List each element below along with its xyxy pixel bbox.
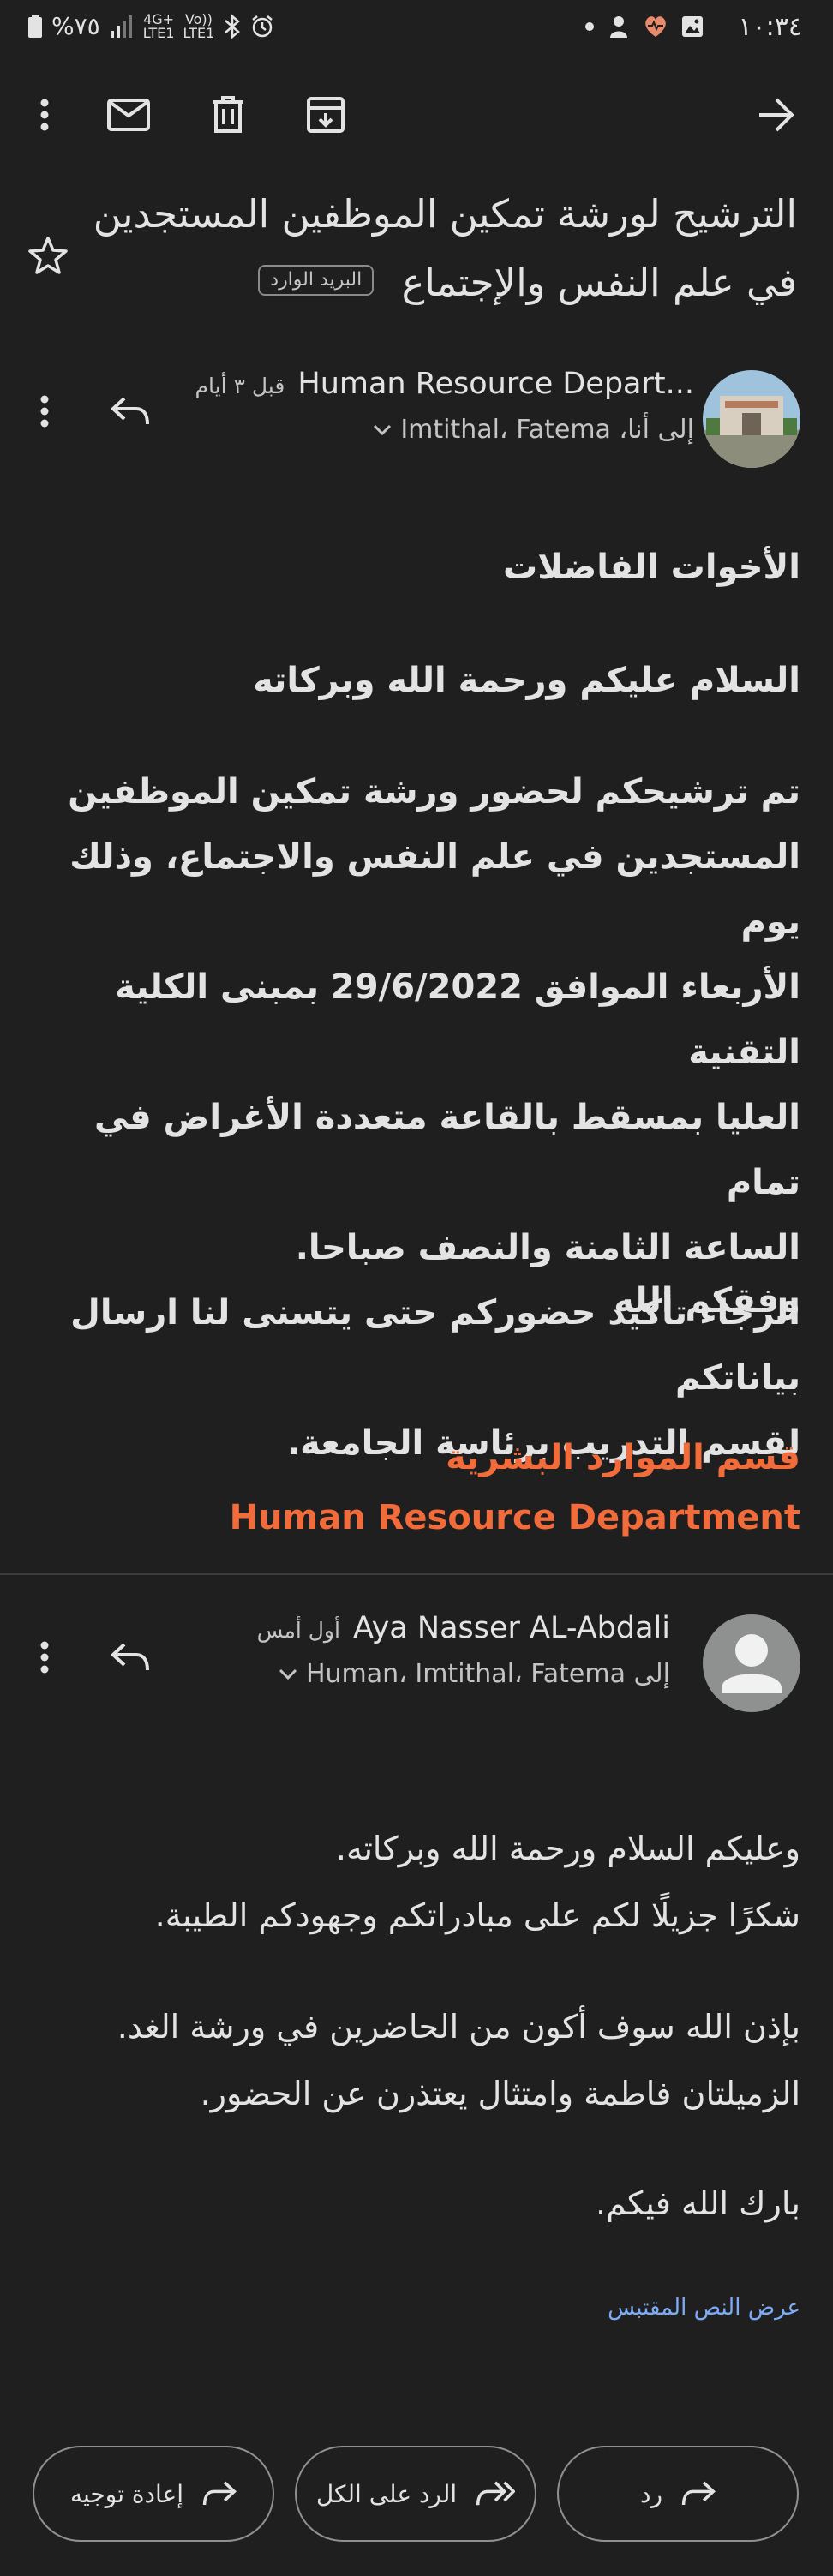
archive-button[interactable] xyxy=(291,81,360,149)
signature-ar: قسم الموارد البشرية xyxy=(446,1438,800,1477)
building-photo xyxy=(703,370,800,468)
chevron-down-icon[interactable] xyxy=(279,1668,297,1680)
signal-icon xyxy=(110,15,132,38)
reply-all-button[interactable]: الرد على الكل xyxy=(295,2446,536,2542)
mark-unread-icon xyxy=(107,99,150,131)
person-icon xyxy=(722,1634,782,1693)
message2-para1: وعليكم السلام ورحمة الله وبركاته. شكرًا … xyxy=(154,1830,800,1934)
signature: قسم الموارد البشرية Human Resource Depar… xyxy=(29,1428,800,1548)
sender-avatar[interactable] xyxy=(703,370,800,468)
recipients2: إلى Human، Imtithal، Fatema xyxy=(305,1659,670,1689)
message1-closing: وفقكم الله xyxy=(614,1281,800,1321)
battery-percent: %٧٥ xyxy=(51,12,100,40)
reply2-button[interactable] xyxy=(96,1623,165,1692)
more-vert-icon xyxy=(40,395,49,428)
message-divider xyxy=(0,1573,833,1575)
inbox-label[interactable]: البريد الوارد xyxy=(258,265,375,296)
sender-time: قبل ٣ أيام xyxy=(195,374,285,398)
network-type: 4G+ LTE1 xyxy=(142,10,175,41)
message1-header[interactable]: Human Resource Depart... قبل ٣ أيام إلى … xyxy=(163,367,694,445)
show-quoted-link[interactable]: عرض النص المقتبس xyxy=(29,2295,800,2321)
alarm-icon xyxy=(252,15,273,37)
message1-salam: السلام عليكم ورحمة الله وبركاته xyxy=(253,661,800,700)
star-button[interactable] xyxy=(14,221,82,290)
sender-name: Human Resource Depart... xyxy=(297,367,694,401)
more-vert-icon xyxy=(40,99,49,131)
status-left: %٧٥ 4G+ LTE1 Vo)) LTE1 xyxy=(27,12,274,40)
dot-icon xyxy=(585,22,594,31)
more-options-button[interactable] xyxy=(10,81,79,149)
mark-unread-button[interactable] xyxy=(94,81,163,149)
delete-icon xyxy=(213,96,243,133)
volte-indicator: Vo)) LTE1 xyxy=(183,10,215,41)
message-more-button[interactable] xyxy=(10,377,79,446)
forward-icon xyxy=(202,2481,237,2506)
reply-icon xyxy=(111,1643,149,1671)
star-icon xyxy=(28,237,68,274)
message1-body: تم ترشيحكم لحضور ورشة تمكين الموظفين الم… xyxy=(68,772,800,1463)
recipients: إلى أنا، Imtithal، Fatema xyxy=(400,415,694,445)
status-time: ١٠:٣٤ xyxy=(738,12,802,42)
forward-label: إعادة توجيه xyxy=(69,2479,184,2508)
signature-en: Human Resource Department xyxy=(229,1498,800,1537)
subject-line-2-text: في علم النفس والإجتماع xyxy=(401,260,797,305)
reply-label: رد xyxy=(640,2479,662,2508)
app-notification-icon xyxy=(610,16,627,38)
subject-line-1: الترشيح لورشة تمكين الموظفين المستجدين xyxy=(93,191,797,237)
sender2-time: أول أمس xyxy=(256,1618,340,1643)
status-bar: %٧٥ 4G+ LTE1 Vo)) LTE1 ١٠:٣٤ xyxy=(0,0,833,62)
message2-closing: بارك الله فيكم. xyxy=(595,2184,800,2222)
battery-icon xyxy=(28,14,42,38)
more-vert-icon xyxy=(40,1641,49,1674)
back-button[interactable] xyxy=(742,81,811,149)
gallery-icon xyxy=(682,16,703,37)
sender2-name: Aya Nasser AL-Abdali xyxy=(353,1611,670,1645)
reply-icon xyxy=(681,2481,716,2506)
subject-line-2: في علم النفس والإجتماع البريد الوارد xyxy=(86,249,797,317)
reply-button[interactable] xyxy=(96,377,165,446)
message2-more-button[interactable] xyxy=(10,1623,79,1692)
bluetooth-icon xyxy=(225,13,241,39)
reply-icon xyxy=(111,397,149,425)
chevron-down-icon[interactable] xyxy=(373,424,392,436)
delete-button[interactable] xyxy=(194,81,262,149)
reply-all-icon xyxy=(476,2481,516,2506)
health-icon xyxy=(645,16,666,37)
message2-para2: بإذن الله سوف أكون من الحاضرين في ورشة ا… xyxy=(117,2008,800,2112)
forward-button[interactable]: إعادة توجيه xyxy=(33,2446,274,2542)
sender2-avatar[interactable] xyxy=(703,1614,800,1712)
message2-header[interactable]: Aya Nasser AL-Abdali أول أمس إلى Human، … xyxy=(139,1611,670,1689)
archive-icon xyxy=(307,97,345,133)
notification-icons xyxy=(584,14,704,39)
message1-greeting: الأخوات الفاضلات xyxy=(503,548,800,587)
email-subject: الترشيح لورشة تمكين الموظفين المستجدين ف… xyxy=(86,180,797,317)
reply-action-button[interactable]: رد xyxy=(557,2446,799,2542)
reply-all-label: الرد على الكل xyxy=(315,2479,458,2508)
forward-arrow-icon xyxy=(759,98,794,132)
